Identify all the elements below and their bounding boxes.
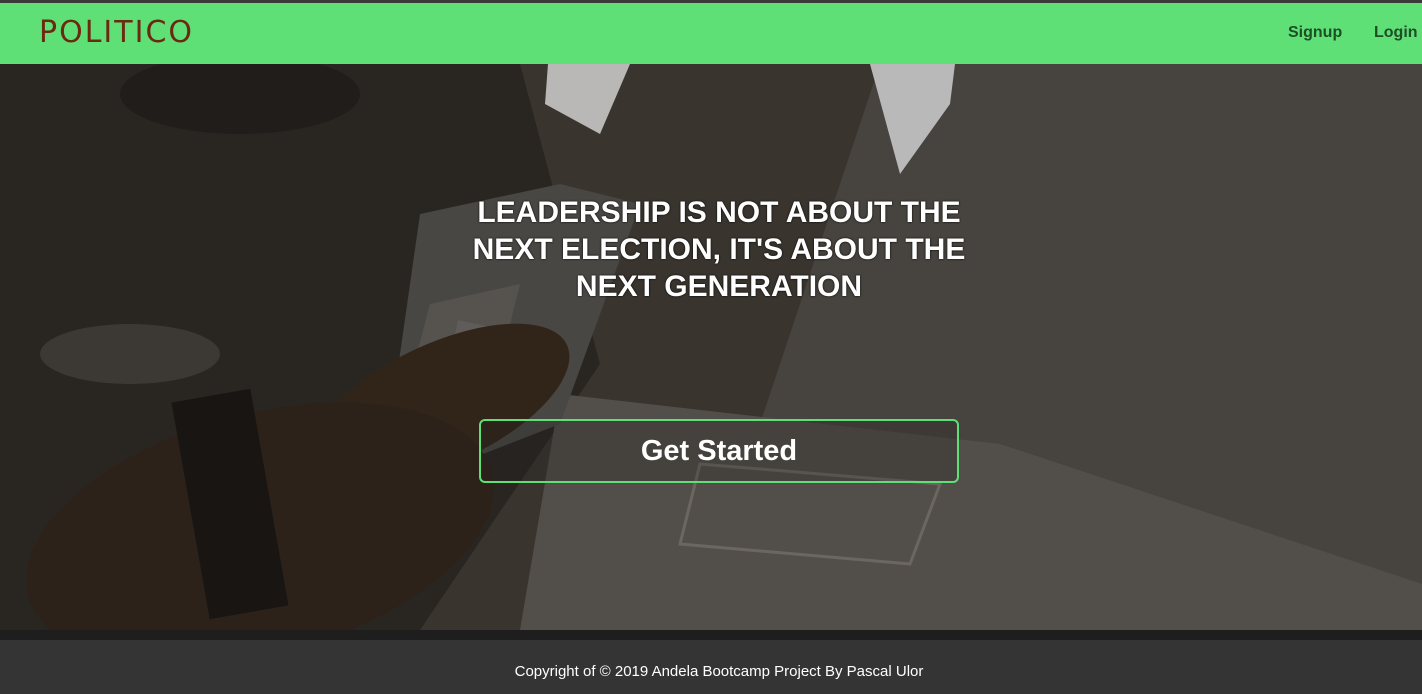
hero-headline: LEADERSHIP IS NOT ABOUT THE NEXT ELECTIO… xyxy=(472,196,966,303)
brand-logo[interactable]: POLITICO xyxy=(39,15,194,50)
copyright-text: Copyright of © 2019 Andela Bootcamp Proj… xyxy=(514,663,924,680)
get-started-button[interactable]: Get Started xyxy=(479,419,959,483)
footer: Copyright of © 2019 Andela Bootcamp Proj… xyxy=(0,640,1422,694)
divider xyxy=(0,630,1422,640)
hero-background-image xyxy=(0,64,1422,630)
hero-section: LEADERSHIP IS NOT ABOUT THE NEXT ELECTIO… xyxy=(0,64,1422,630)
navbar: POLITICO Signup Login xyxy=(0,3,1422,64)
signup-link[interactable]: Signup xyxy=(1288,24,1342,42)
login-link[interactable]: Login xyxy=(1374,24,1418,42)
